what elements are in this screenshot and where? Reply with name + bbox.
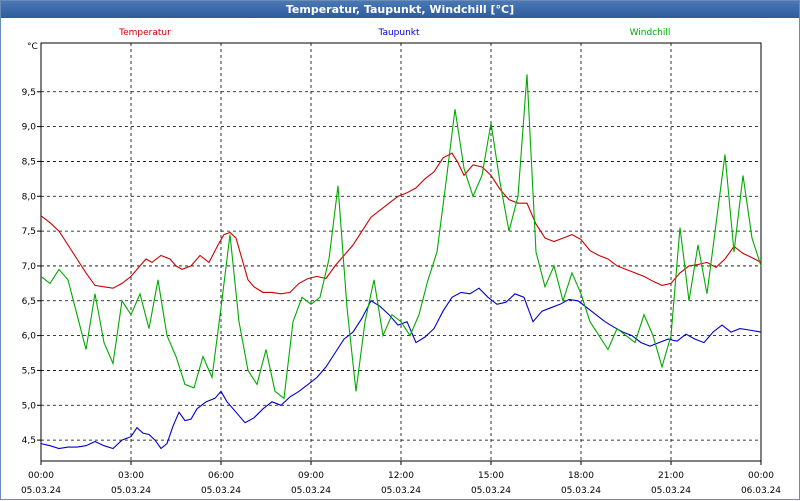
y-tick-label: 9,0 <box>22 123 37 133</box>
legend-item-temperatur: Temperatur <box>118 28 171 38</box>
y-tick-label: 6,0 <box>22 332 37 342</box>
grid <box>41 43 761 461</box>
x-tick-label-time: 03:00 <box>118 471 144 481</box>
x-tick-label-date: 06.03.24 <box>741 486 781 496</box>
y-axis-unit: °C <box>27 42 38 52</box>
y-tick-label: 6,5 <box>22 297 36 307</box>
x-axis: 00:00 05.03.24 03:00 05.03.24 06:00 05.03.24 0… <box>21 461 781 496</box>
legend-item-windchill: Windchill <box>630 28 671 38</box>
x-tick-label-date: 05.03.24 <box>291 486 331 496</box>
line-chart: 4,55,05,56,06,57,07,58,08,59,09,5 00:000… <box>21 28 781 496</box>
x-tick-label-date: 05.03.24 <box>111 486 151 496</box>
x-tick-label-time: 06:00 <box>208 471 234 481</box>
legend-item-taupunkt: Taupunkt <box>377 28 420 38</box>
x-tick-label-time: 21:00 <box>658 471 684 481</box>
x-tick-label-time: 00:00 <box>748 471 774 481</box>
x-tick-label-time: 15:00 <box>478 471 504 481</box>
x-tick-label-date: 05.03.24 <box>21 486 61 496</box>
x-tick-label-date: 05.03.24 <box>381 486 421 496</box>
y-tick-label: 5,5 <box>22 366 36 376</box>
x-tick-label-time: 12:00 <box>388 471 414 481</box>
y-tick-label: 7,0 <box>22 262 37 272</box>
x-tick-label-time: 18:00 <box>568 471 594 481</box>
y-tick-label: 5,0 <box>22 401 37 411</box>
y-tick-label: 7,5 <box>22 227 36 237</box>
x-tick-label-date: 05.03.24 <box>201 486 241 496</box>
x-tick-label-date: 05.03.24 <box>471 486 511 496</box>
chart-window: Temperatur, Taupunkt, Windchill [°C] 4,5… <box>0 0 800 500</box>
y-tick-label: 8,5 <box>22 157 36 167</box>
x-tick-label-time: 00:00 <box>28 471 54 481</box>
x-tick-label-time: 09:00 <box>298 471 324 481</box>
y-tick-label: 8,0 <box>22 192 37 202</box>
y-tick-label: 9,5 <box>22 88 36 98</box>
y-axis: 4,5 5,0 5,5 6,0 6,5 7,0 7,5 8,0 8,5 9,0 9,5 <box>22 88 41 446</box>
legend: Temperatur Taupunkt Windchill <box>118 28 670 38</box>
y-tick-label: 4,5 <box>22 436 36 446</box>
x-tick-label-date: 05.03.24 <box>651 486 691 496</box>
x-tick-label-date: 05.03.24 <box>561 486 601 496</box>
